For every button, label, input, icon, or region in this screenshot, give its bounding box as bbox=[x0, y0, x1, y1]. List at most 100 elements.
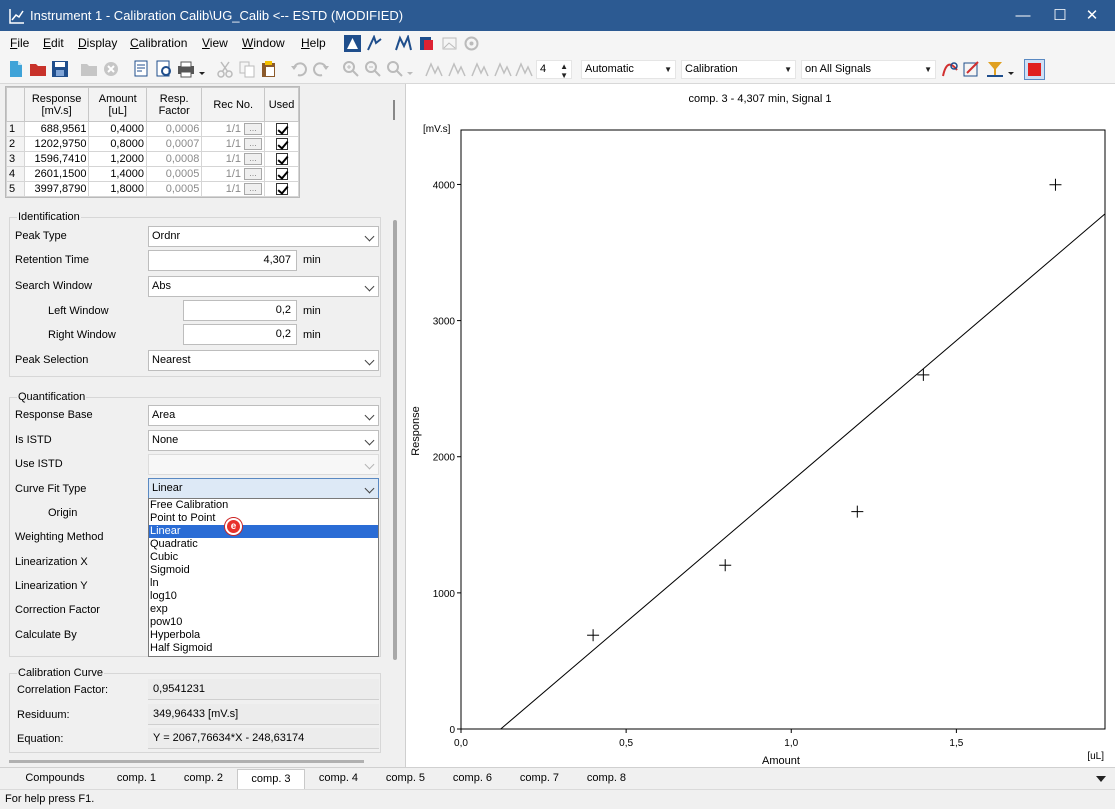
tab-comp-8[interactable]: comp. 8 bbox=[573, 769, 640, 789]
cell-used[interactable] bbox=[264, 166, 299, 182]
table-row[interactable]: 5 3997,8790 1,8000 0,0005 1/1 ... bbox=[6, 181, 299, 197]
cell-response[interactable]: 1202,9750 bbox=[23, 136, 90, 152]
ellipsis-button[interactable]: ... bbox=[244, 123, 263, 136]
peak-tool-5-icon[interactable] bbox=[515, 60, 533, 78]
option-cubic[interactable]: Cubic bbox=[149, 551, 378, 564]
cell-rec-no[interactable]: 1/1 ... bbox=[201, 121, 266, 137]
target-icon[interactable] bbox=[463, 35, 480, 52]
option-log10[interactable]: log10 bbox=[149, 590, 378, 603]
used-checkbox[interactable] bbox=[275, 123, 288, 136]
right-window-input[interactable]: 0,2 bbox=[183, 324, 297, 345]
option-quadratic[interactable]: Quadratic bbox=[149, 538, 378, 551]
cell-rec-no[interactable]: 1/1 ... bbox=[201, 181, 266, 197]
peak-tool-3-icon[interactable] bbox=[471, 60, 489, 78]
zoom-out-icon[interactable] bbox=[364, 60, 382, 78]
cell-response[interactable]: 688,9561 bbox=[23, 121, 90, 137]
peak-selection-select[interactable]: Nearest bbox=[148, 350, 379, 371]
menu-help[interactable]: Help bbox=[301, 36, 326, 50]
folder-disabled-icon[interactable] bbox=[80, 60, 98, 78]
cell-used[interactable] bbox=[264, 136, 299, 152]
ellipsis-button[interactable]: ... bbox=[244, 183, 263, 196]
ellipsis-button[interactable]: ... bbox=[244, 138, 263, 151]
horizontal-scrollbar[interactable] bbox=[9, 760, 364, 763]
option-sigmoid[interactable]: Sigmoid bbox=[149, 564, 378, 577]
left-window-input[interactable]: 0,2 bbox=[183, 300, 297, 321]
menu-calibration[interactable]: Calibration bbox=[130, 36, 187, 50]
option-ln[interactable]: ln bbox=[149, 577, 378, 590]
cell-amount[interactable]: 1,4000 bbox=[88, 166, 147, 182]
zoom-dropdown-icon[interactable] bbox=[405, 60, 415, 78]
cut-icon[interactable] bbox=[216, 60, 234, 78]
cell-amount[interactable]: 0,4000 bbox=[88, 121, 147, 137]
option-half-sigmoid[interactable]: Half Sigmoid bbox=[149, 642, 378, 655]
column-header-rec-no[interactable]: Rec No. bbox=[201, 87, 266, 122]
tab-comp-2[interactable]: comp. 2 bbox=[170, 769, 237, 789]
instrument-icon[interactable] bbox=[344, 35, 361, 52]
tab-comp-7[interactable]: comp. 7 bbox=[506, 769, 573, 789]
data-point[interactable] bbox=[587, 629, 600, 642]
tab-compounds[interactable]: Compounds bbox=[10, 769, 100, 789]
paste-icon[interactable] bbox=[260, 60, 278, 78]
tab-comp-4[interactable]: comp. 4 bbox=[305, 769, 372, 789]
table-row[interactable]: 3 1596,7410 1,2000 0,0008 1/1 ... bbox=[6, 151, 299, 167]
stop-icon[interactable] bbox=[1024, 59, 1045, 80]
table-scrollbar[interactable] bbox=[393, 100, 395, 120]
ellipsis-button[interactable]: ... bbox=[244, 153, 263, 166]
print-preview-icon[interactable] bbox=[155, 60, 173, 78]
column-header-resp-factor[interactable]: Resp. Factor bbox=[145, 87, 203, 122]
option-pow10[interactable]: pow10 bbox=[149, 616, 378, 629]
used-checkbox[interactable] bbox=[275, 153, 288, 166]
used-checkbox[interactable] bbox=[275, 138, 288, 151]
cell-response[interactable]: 2601,1500 bbox=[23, 166, 90, 182]
tab-comp-5[interactable]: comp. 5 bbox=[372, 769, 439, 789]
menu-edit[interactable]: Edit bbox=[43, 36, 64, 50]
column-header-amount[interactable]: Amount [uL] bbox=[88, 87, 147, 122]
menu-view[interactable]: View bbox=[202, 36, 228, 50]
filter-icon[interactable] bbox=[986, 60, 1004, 78]
copy-icon[interactable] bbox=[238, 60, 256, 78]
peak-tool-1-icon[interactable] bbox=[425, 60, 443, 78]
data-point[interactable] bbox=[1049, 178, 1062, 191]
table-row[interactable]: 1 688,9561 0,4000 0,0006 1/1 ... bbox=[6, 121, 299, 137]
option-free-calibration[interactable]: Free Calibration bbox=[149, 499, 378, 512]
search-window-select[interactable]: Abs bbox=[148, 276, 379, 297]
cell-response[interactable]: 3997,8790 bbox=[23, 181, 90, 197]
calibration-icon[interactable] bbox=[395, 35, 412, 52]
used-checkbox[interactable] bbox=[275, 168, 288, 181]
tab-scroll-down-icon[interactable] bbox=[1096, 776, 1106, 782]
mode-select[interactable]: Automatic ▼ bbox=[581, 60, 676, 79]
option-exp[interactable]: exp bbox=[149, 603, 378, 616]
response-base-select[interactable]: Area bbox=[148, 405, 379, 426]
menu-window[interactable]: Window bbox=[242, 36, 285, 50]
delete-disabled-icon[interactable] bbox=[102, 60, 120, 78]
open-icon[interactable] bbox=[29, 60, 47, 78]
method-icon[interactable] bbox=[366, 35, 383, 52]
option-point-to-point[interactable]: Point to Point bbox=[149, 512, 378, 525]
cell-used[interactable] bbox=[264, 151, 299, 167]
data-point[interactable] bbox=[851, 505, 864, 518]
cell-amount[interactable]: 1,8000 bbox=[88, 181, 147, 197]
curve-fit-dropdown-list[interactable]: Free Calibration Point to Point Linear Q… bbox=[148, 498, 379, 657]
tab-comp-3[interactable]: comp. 3 bbox=[237, 769, 305, 789]
cell-response[interactable]: 1596,7410 bbox=[23, 151, 90, 167]
used-checkbox[interactable] bbox=[275, 183, 288, 196]
spin-down-icon[interactable]: ▼ bbox=[560, 67, 568, 84]
cell-used[interactable] bbox=[264, 181, 299, 197]
column-header-used[interactable]: Used bbox=[264, 87, 299, 122]
curve-tool-icon[interactable] bbox=[941, 60, 959, 78]
print-dropdown-icon[interactable] bbox=[197, 60, 207, 78]
option-linear[interactable]: Linear bbox=[149, 525, 378, 538]
calibration-chart[interactable]: comp. 3 - 4,307 min, Signal 1 [mV.s] Res… bbox=[406, 84, 1115, 767]
signal-select[interactable]: on All Signals ▼ bbox=[801, 60, 936, 79]
report-preview-icon[interactable] bbox=[133, 60, 151, 78]
curve-fit-type-select[interactable]: Linear bbox=[148, 478, 379, 499]
undo-icon[interactable] bbox=[290, 60, 308, 78]
cell-rec-no[interactable]: 1/1 ... bbox=[201, 166, 266, 182]
data-point[interactable] bbox=[917, 368, 930, 381]
level-spinner[interactable]: 4 ▲ ▼ bbox=[536, 60, 572, 80]
ellipsis-button[interactable]: ... bbox=[244, 168, 263, 181]
redo-icon[interactable] bbox=[312, 60, 330, 78]
table-row[interactable]: 2 1202,9750 0,8000 0,0007 1/1 ... bbox=[6, 136, 299, 152]
cell-rec-no[interactable]: 1/1 ... bbox=[201, 151, 266, 167]
peak-tool-4-icon[interactable] bbox=[494, 60, 512, 78]
